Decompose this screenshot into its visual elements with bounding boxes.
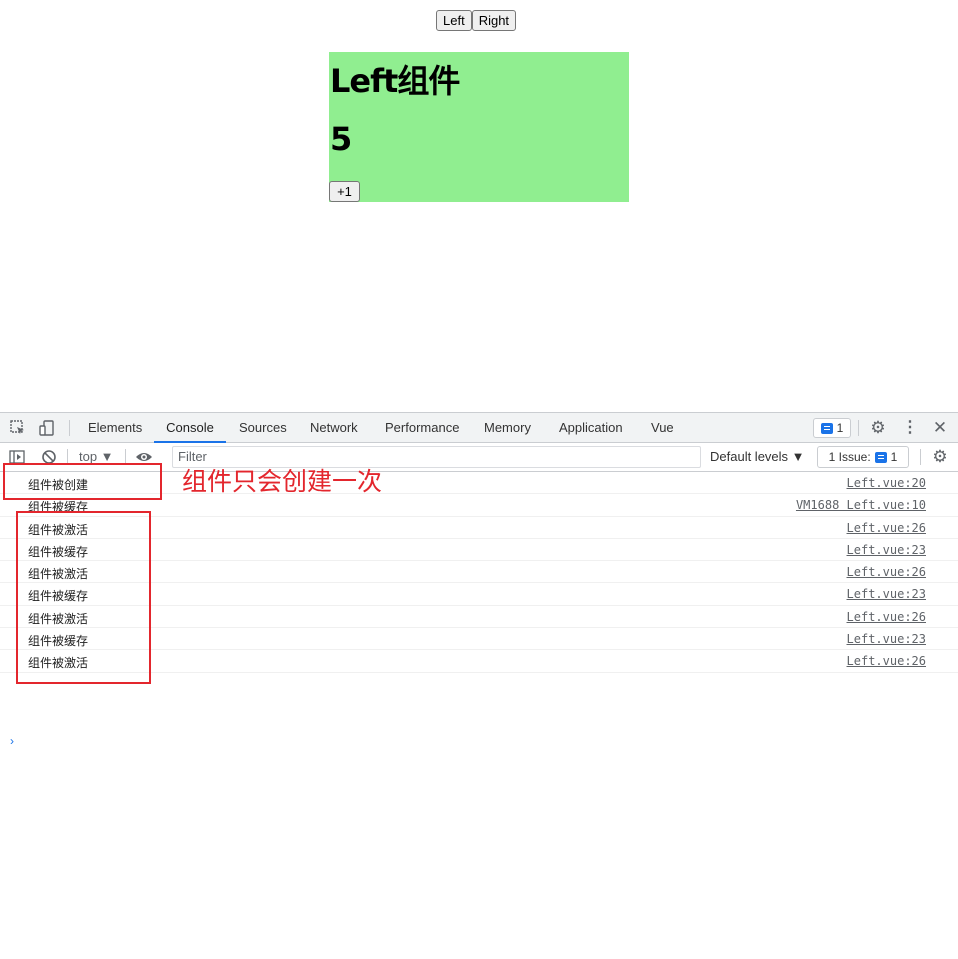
annotation-box-created — [3, 463, 162, 500]
issues-button[interactable]: 1 Issue: 1 — [817, 446, 909, 468]
issue-icon — [874, 451, 887, 463]
log-source-link[interactable]: Left.vue:20 — [847, 476, 926, 490]
divider — [69, 420, 70, 436]
tab-elements[interactable]: Elements — [88, 413, 142, 443]
log-levels-dropdown[interactable]: Default levels ▼ — [710, 449, 805, 464]
messages-count: 1 — [836, 421, 844, 435]
log-source-link[interactable]: Left.vue:23 — [847, 632, 926, 646]
tab-performance[interactable]: Performance — [385, 413, 459, 443]
context-select[interactable]: top ▼ — [79, 449, 114, 464]
left-component-title: Left组件 — [330, 62, 460, 100]
console-settings-gear-icon[interactable]: ⚙ — [931, 448, 949, 466]
log-source-link[interactable]: Left.vue:23 — [847, 543, 926, 557]
log-source-link[interactable]: Left.vue:23 — [847, 587, 926, 601]
component-switcher: Left Right — [436, 10, 517, 31]
divider — [858, 420, 859, 436]
tab-application[interactable]: Application — [559, 413, 623, 443]
log-source-link[interactable]: VM1688 Left.vue:10 — [796, 498, 926, 512]
annotation-text: 组件只会创建一次 — [182, 467, 383, 496]
devtools-tabbar: Elements Console Sources Network Perform… — [0, 412, 958, 443]
tab-sources[interactable]: Sources — [239, 413, 287, 443]
more-options-icon[interactable]: ⋮ — [901, 419, 919, 437]
log-source-link[interactable]: Left.vue:26 — [847, 654, 926, 668]
inspect-element-icon[interactable] — [9, 419, 27, 437]
device-toolbar-icon[interactable] — [38, 419, 56, 437]
log-source-link[interactable]: Left.vue:26 — [847, 565, 926, 579]
issues-count: 1 — [890, 450, 898, 464]
tab-network[interactable]: Network — [310, 413, 358, 443]
right-button[interactable]: Right — [471, 10, 517, 31]
gear-icon[interactable]: ⚙ — [869, 419, 887, 437]
annotation-box-cached-activated — [16, 511, 151, 684]
increment-button[interactable]: +1 — [329, 181, 360, 202]
left-button[interactable]: Left — [436, 10, 472, 31]
issues-label: 1 Issue: — [828, 450, 871, 464]
tab-memory[interactable]: Memory — [484, 413, 531, 443]
messages-badge[interactable]: 1 — [813, 418, 851, 438]
close-icon[interactable]: ✕ — [931, 419, 949, 437]
tab-console[interactable]: Console — [154, 413, 226, 443]
counter-value: 5 — [330, 120, 353, 158]
log-source-link[interactable]: Left.vue:26 — [847, 521, 926, 535]
left-component: Left组件 5 +1 — [329, 52, 629, 202]
log-source-link[interactable]: Left.vue:26 — [847, 610, 926, 624]
tab-vue[interactable]: Vue — [651, 413, 674, 443]
message-icon — [820, 422, 833, 434]
console-prompt-chevron-icon[interactable]: › — [10, 734, 14, 748]
divider — [920, 449, 921, 465]
